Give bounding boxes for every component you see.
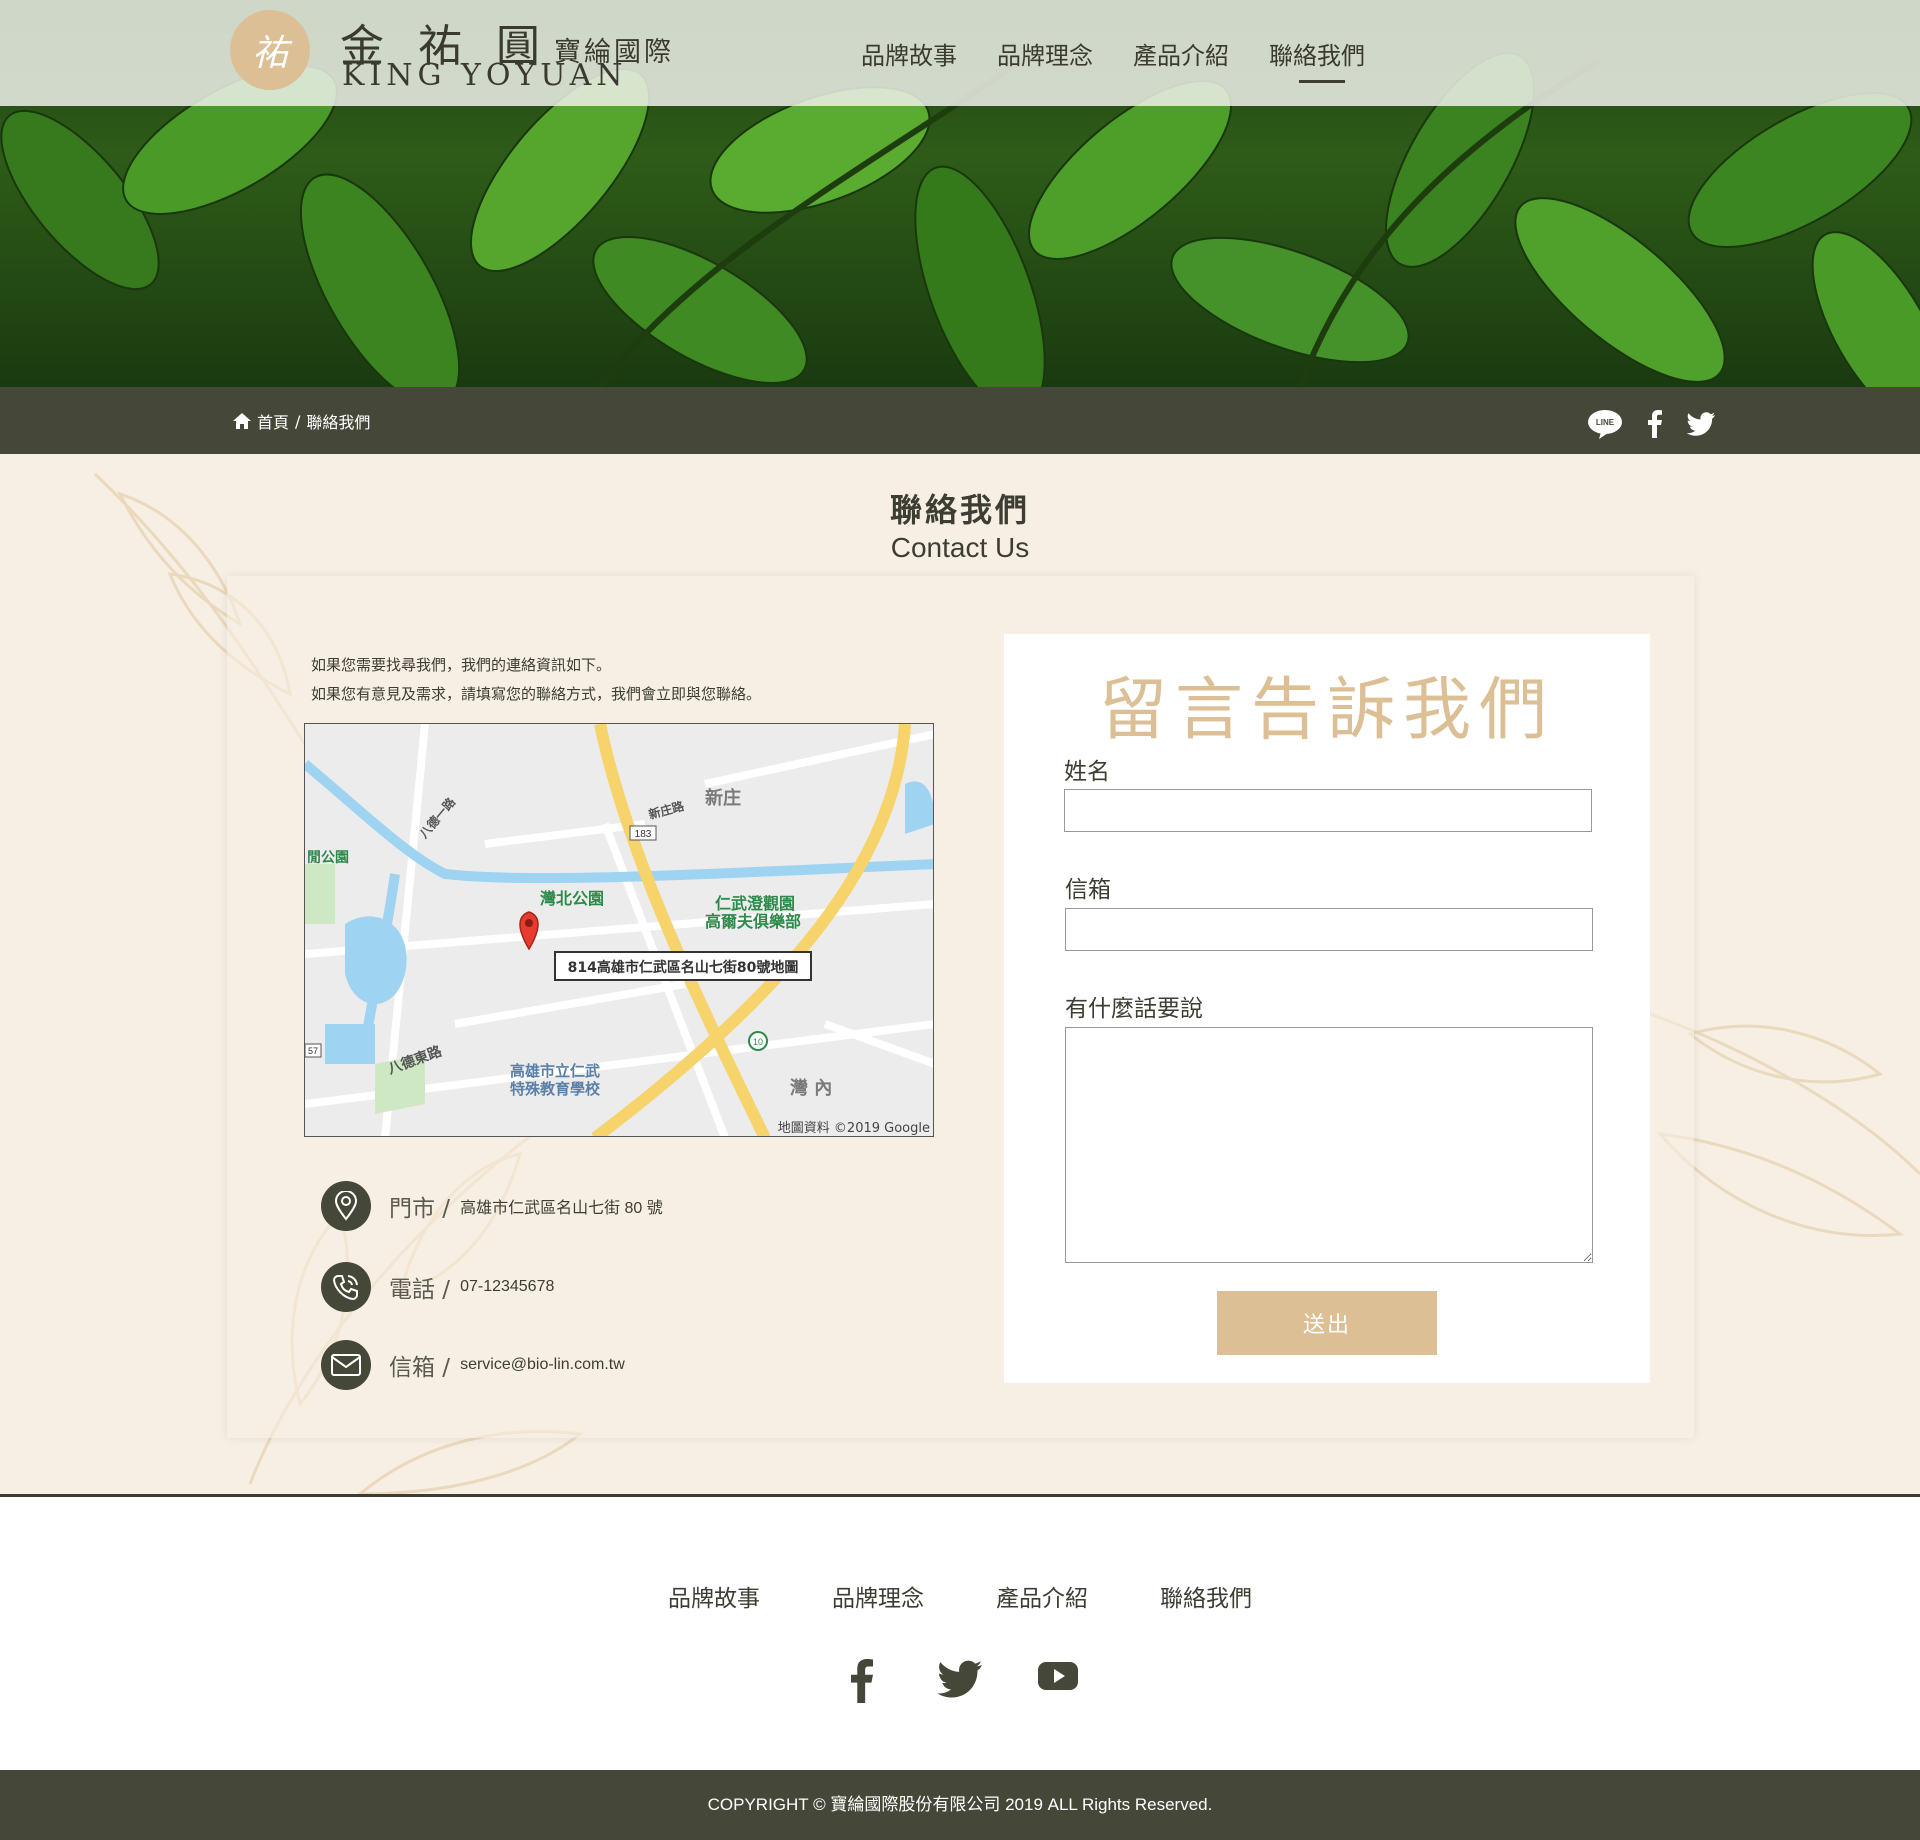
store-label: 門市 / [389, 1196, 451, 1222]
message-field[interactable] [1065, 1027, 1593, 1263]
email-address[interactable]: service@bio-lin.com.tw [460, 1356, 625, 1374]
share-icons: LINE [1587, 409, 1715, 439]
twitter-icon[interactable] [1687, 412, 1715, 436]
footer-nav-brand-story[interactable]: 品牌故事 [668, 1579, 760, 1613]
map-place-3: 仁武澄觀園 [715, 894, 795, 913]
breadcrumb-home[interactable]: 首頁 [257, 409, 289, 433]
home-icon[interactable] [233, 413, 251, 429]
map-attribution: 地圖資料 ©2019 Google [778, 1121, 930, 1136]
form-title: 留言告訴我們 [1098, 671, 1555, 750]
nav-contact[interactable]: 聯絡我們 [1269, 36, 1365, 83]
brand-logo[interactable]: 祐 [230, 10, 310, 90]
phone-info: 電話 / 07-12345678 [321, 1262, 554, 1312]
breadcrumb-bar: 首頁 / 聯絡我們 LINE [0, 387, 1920, 454]
store-address: 高雄市仁武區名山七街 80 號 [460, 1200, 663, 1217]
map-marker-label: 814高雄市仁武區名山七街80號地圖 [568, 959, 799, 976]
breadcrumb-current: 聯絡我們 [306, 413, 371, 432]
google-map[interactable]: 新庄 灣北公園 仁武澄觀園 高爾夫俱樂部 高雄市立仁武 特殊教育學校 灣 內 八… [304, 723, 934, 1137]
brand-name-en: KING YOYUAN [342, 58, 628, 93]
phone-icon [321, 1262, 371, 1312]
map-place-7: 灣 內 [790, 1077, 832, 1099]
contact-section: 聯絡我們 Contact Us 如果您需要找尋我們，我們的連絡資訊如下。 如果您… [0, 454, 1920, 1496]
twitter-icon[interactable] [938, 1659, 982, 1699]
map-route-10: 10 [753, 1037, 763, 1047]
intro-text: 如果您需要找尋我們，我們的連絡資訊如下。 如果您有意見及需求，請填寫您的聯絡方式… [311, 651, 761, 709]
breadcrumb-separator: / [295, 411, 301, 431]
footer: 品牌故事 品牌理念 產品介紹 聯絡我們 [0, 1494, 1920, 1770]
phone-number[interactable]: 07-12345678 [460, 1278, 554, 1296]
page-title-en: Contact Us [890, 532, 1030, 563]
map-place-14: 閒公園 [307, 850, 349, 866]
map-route-183: 183 [635, 829, 652, 840]
nav-brand-philosophy[interactable]: 品牌理念 [997, 36, 1093, 83]
location-pin-icon [321, 1181, 371, 1231]
store-info: 門市 / 高雄市仁武區名山七街 80 號 [321, 1181, 663, 1231]
mail-icon [321, 1340, 371, 1390]
nav-products[interactable]: 產品介紹 [1133, 36, 1229, 83]
youtube-icon[interactable] [1036, 1659, 1080, 1693]
email-info: 信箱 / service@bio-lin.com.tw [321, 1340, 625, 1390]
breadcrumb: 首頁 / 聯絡我們 [233, 409, 370, 433]
map-place-5: 高雄市立仁武 [510, 1062, 600, 1080]
footer-nav-contact[interactable]: 聯絡我們 [1160, 1579, 1252, 1613]
message-label: 有什麼話要說 [1065, 996, 1203, 1022]
footer-nav: 品牌故事 品牌理念 產品介紹 聯絡我們 [0, 1579, 1920, 1613]
main-nav: 品牌故事 品牌理念 產品介紹 聯絡我們 [861, 36, 1365, 83]
map-place-6: 特殊教育學校 [510, 1080, 601, 1098]
facebook-icon[interactable] [1647, 410, 1663, 438]
footer-social [0, 1659, 1920, 1703]
intro-line-1: 如果您需要找尋我們，我們的連絡資訊如下。 [311, 656, 612, 674]
phone-label: 電話 / [389, 1277, 451, 1303]
email-field-label: 信箱 [1065, 877, 1111, 903]
map-place-4: 高爾夫俱樂部 [705, 912, 801, 931]
email-label: 信箱 / [389, 1355, 451, 1381]
contact-card: 如果您需要找尋我們，我們的連絡資訊如下。 如果您有意見及需求，請填寫您的聯絡方式… [227, 576, 1694, 1438]
page-title-zh: 聯絡我們 [889, 491, 1030, 529]
copyright: COPYRIGHT © 寶綸國際股份有限公司 2019 ALL Rights R… [0, 1770, 1920, 1840]
header-bar: 祐 金 祐 圓寶綸國際 KING YOYUAN 品牌故事 品牌理念 產品介紹 聯… [0, 0, 1920, 106]
intro-line-2: 如果您有意見及需求，請填寫您的聯絡方式，我們會立即與您聯絡。 [311, 685, 762, 703]
line-icon[interactable]: LINE [1587, 409, 1623, 439]
svg-text:LINE: LINE [1596, 418, 1615, 427]
facebook-icon[interactable] [840, 1659, 884, 1703]
map-place-1: 新庄 [705, 787, 741, 809]
name-field[interactable] [1064, 789, 1592, 832]
name-label: 姓名 [1064, 759, 1110, 785]
email-field[interactable] [1065, 908, 1593, 951]
contact-form: 留言告訴我們 姓名 信箱 有什麼話要說 送出 [1004, 634, 1650, 1383]
footer-nav-products[interactable]: 產品介紹 [996, 1579, 1088, 1613]
map-route-57: 57 [308, 1046, 318, 1056]
map-place-2: 灣北公園 [540, 889, 604, 908]
footer-nav-brand-philosophy[interactable]: 品牌理念 [832, 1579, 924, 1613]
nav-brand-story[interactable]: 品牌故事 [861, 36, 957, 83]
hero-banner: 祐 金 祐 圓寶綸國際 KING YOYUAN 品牌故事 品牌理念 產品介紹 聯… [0, 0, 1920, 387]
submit-button[interactable]: 送出 [1217, 1291, 1437, 1355]
